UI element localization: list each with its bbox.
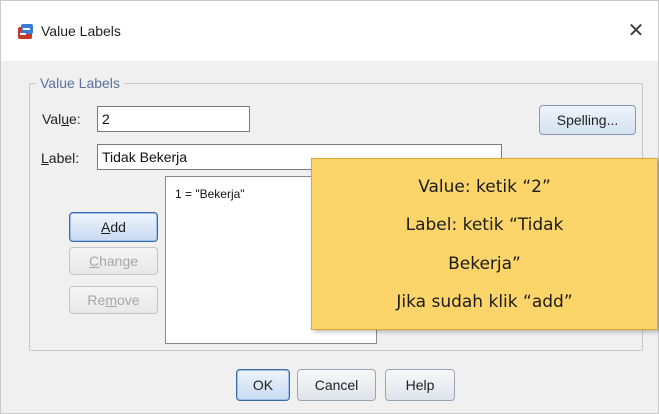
- callout-line-2: Label: ketik “Tidak: [405, 215, 564, 235]
- change-button[interactable]: Change: [69, 247, 158, 275]
- callout-line-4: Jika sudah klik “add”: [396, 292, 573, 312]
- title-bar: Value Labels ✕: [1, 1, 658, 61]
- close-icon[interactable]: ✕: [624, 19, 648, 43]
- value-input[interactable]: [97, 106, 250, 132]
- spss-app-icon: [17, 23, 35, 41]
- label-label: Label:: [41, 150, 80, 166]
- remove-button[interactable]: Remove: [69, 286, 158, 314]
- list-item[interactable]: 1 = "Bekerja": [175, 187, 245, 201]
- ok-button[interactable]: OK: [236, 369, 290, 401]
- help-button[interactable]: Help: [385, 369, 455, 401]
- spelling-button[interactable]: Spelling...: [539, 105, 636, 135]
- window-title: Value Labels: [41, 23, 121, 39]
- value-label: Value:: [42, 111, 81, 127]
- cancel-button[interactable]: Cancel: [297, 369, 376, 401]
- add-button[interactable]: Add: [69, 212, 158, 242]
- value-labels-dialog: Value Labels ✕ Value Labels Value: Label…: [0, 0, 659, 414]
- callout-line-1: Value: ketik “2”: [418, 177, 551, 197]
- callout-line-3: Bekerja”: [448, 254, 521, 274]
- group-legend: Value Labels: [36, 75, 124, 91]
- instruction-callout: Value: ketik “2” Label: ketik “Tidak Bek…: [311, 158, 658, 330]
